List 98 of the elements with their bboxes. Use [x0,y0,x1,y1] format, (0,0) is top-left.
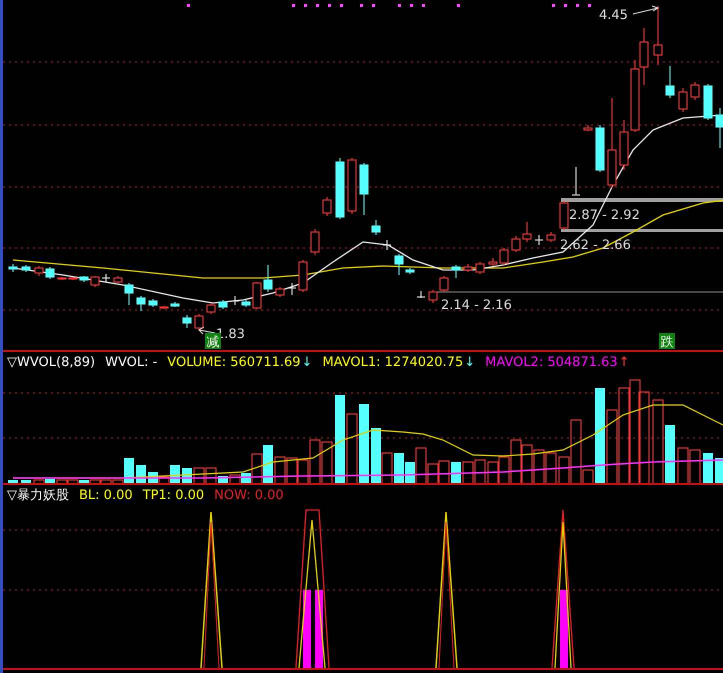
candlestick [34,266,44,276]
volume-bar [206,468,216,484]
candlestick [230,296,240,306]
volume-bar [690,450,700,484]
volume-bar [274,456,286,484]
leader-line [632,6,660,14]
candlestick [160,306,168,310]
indicator-value: WVOL: - [105,354,158,370]
candlestick [620,120,628,170]
candlestick [264,264,272,292]
candlestick [584,124,592,132]
candlestick [348,158,356,214]
candlestick [406,268,414,274]
candlestick [360,162,368,216]
volume-bar [474,460,486,484]
indicator-value: NOW: 0.00 [214,488,284,502]
candlestick [666,66,674,98]
volume-bar [21,480,31,484]
indicator-name: ▽WVOL(8,89) [7,354,96,370]
candlestick [218,300,228,310]
volume-bar [194,468,204,484]
indicator-value: MAVOL1: 1274020.75↓ [322,354,476,370]
candlestick [522,222,532,242]
signal-label: 减 [205,333,221,350]
candlestick [80,276,88,282]
candlestick [322,196,332,216]
candlestick [690,82,700,100]
price-range-label: 2.14 - 2.16 [441,298,512,313]
volume-bar [715,458,723,484]
volume-bar [703,453,713,484]
volume-bar [8,480,18,484]
indicator-value: BL: 0.00 [79,488,133,502]
price-range-label: 2.87 - 2.92 [569,208,640,223]
high-price-label: 4.45 [599,8,628,23]
candlestick [136,296,146,312]
candlestick [678,88,688,112]
candlestick [716,108,723,148]
candlestick [500,248,508,266]
volume-bar [678,448,688,484]
candlestick [416,290,426,298]
candlestick [640,28,648,86]
candlestick [452,264,460,278]
volume-bar [322,442,332,484]
candlestick [124,282,134,306]
volume-bar [665,425,675,484]
candlestick [476,262,484,274]
candlestick [372,220,380,236]
candlestick [428,290,438,304]
indicator-value: MAVOL2: 504871.63↑ [485,354,630,370]
candlestick [276,286,284,298]
volume-bar [230,474,240,484]
volume-bar [286,458,298,484]
candlestick [288,282,296,296]
candlestick [114,276,122,284]
indicator-value: VOLUME: 560711.69↓ [167,354,312,370]
volume-bar [488,462,498,484]
candlestick [534,234,544,246]
signal-label: 跌 [659,333,675,350]
volume-bar [263,445,273,484]
candlestick [148,298,158,308]
candlestick [546,232,556,242]
candlestick [242,300,250,308]
candlestick [194,314,204,330]
candlestick [90,276,100,288]
candlestick [58,276,66,280]
candlestick [310,228,320,256]
leader-line [198,326,216,334]
volume-bar [394,453,404,484]
candlestick [252,282,262,310]
volume-bar [522,444,532,484]
candlestick [654,6,662,66]
candlestick [704,84,712,120]
candlestick [68,276,78,280]
volume-bar [438,460,450,484]
volume-bar [546,452,556,484]
candlestick [560,200,568,230]
candlestick [102,274,110,282]
candlestick [22,264,30,272]
indicator-name: ▽暴力妖股 [7,487,69,504]
candlestick [596,124,604,172]
candlestick [182,314,192,328]
candlestick [572,166,580,196]
volume-bar [346,414,358,484]
candlestick [382,240,392,250]
candlestick [464,264,472,272]
candlestick [298,260,308,292]
candlestick [488,258,498,266]
candlestick [440,276,448,292]
candlestick [206,302,216,314]
indicator-value: TP1: 0.00 [142,488,204,502]
candlestick [170,302,180,308]
candlestick [46,266,54,280]
candlestick [336,158,344,220]
volume-bar [462,462,474,484]
candlestick [512,236,520,252]
candlestick [394,254,404,276]
volume-bar [534,450,544,484]
volume-bar [451,462,461,484]
